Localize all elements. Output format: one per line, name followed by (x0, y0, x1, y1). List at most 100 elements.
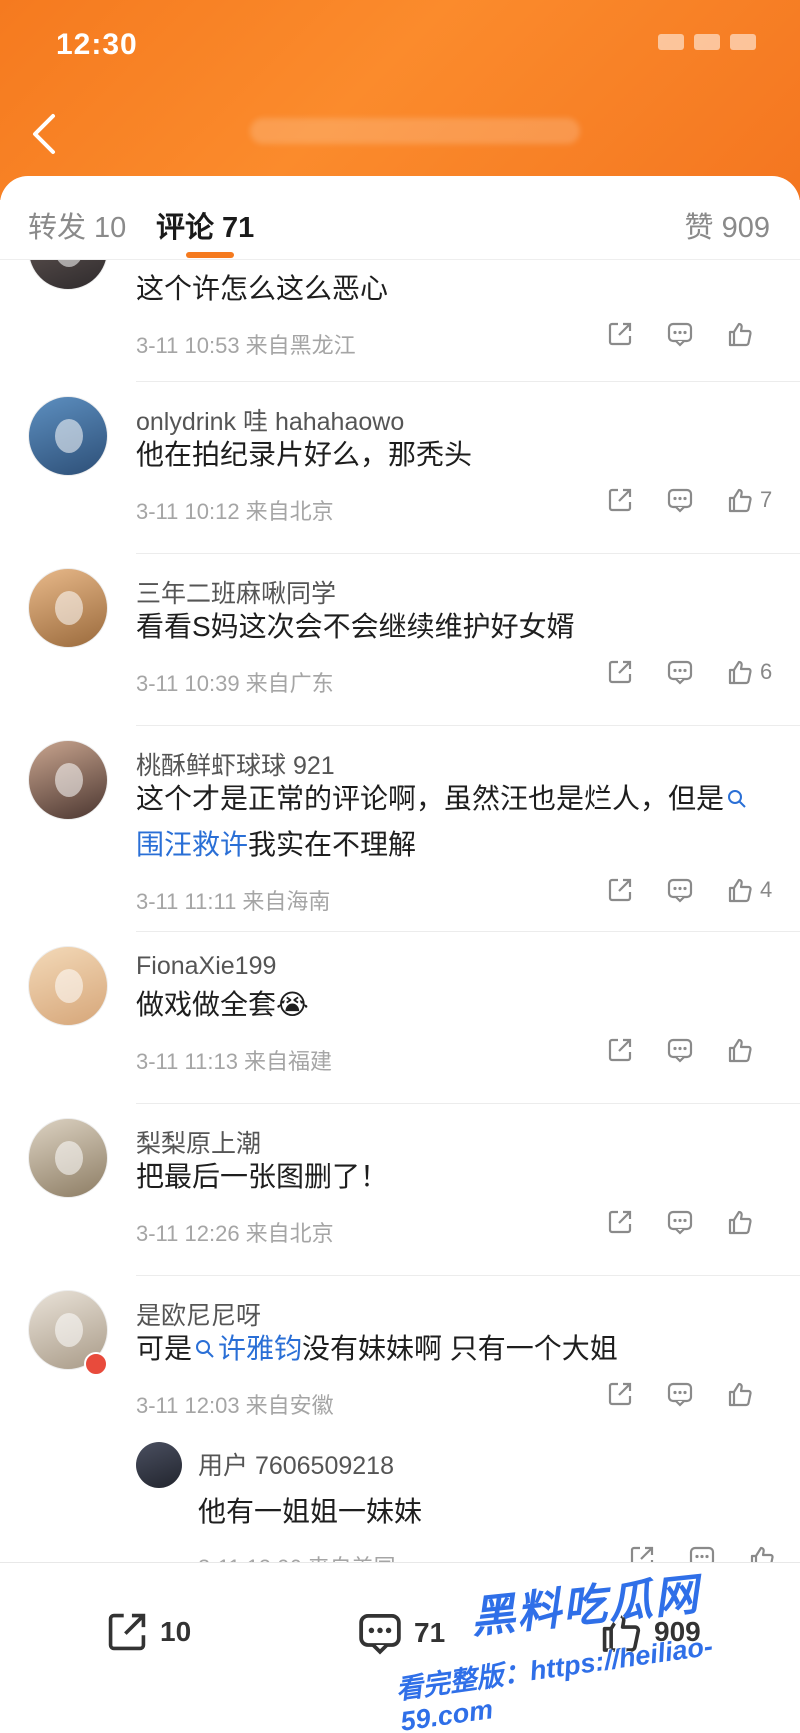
comment-icon (667, 1210, 693, 1235)
reply-username[interactable]: 用户 7606509218 (198, 1446, 394, 1482)
comment-icon (667, 1038, 693, 1063)
comment-item: 桃酥鲜虾球球 921 这个才是正常的评论啊，虽然汪也是烂人，但是围汪救许我实在不… (0, 726, 800, 932)
like-icon (728, 1210, 752, 1235)
like-button[interactable]: 6 (726, 658, 774, 686)
share-button[interactable] (606, 658, 634, 686)
comment-icon (667, 878, 693, 903)
comment-actions (574, 1036, 774, 1064)
comment-list[interactable]: 这个许怎么这么恶心 3-11 10:53 来自黑龙江 onlydrink 哇 h… (0, 260, 800, 1562)
like-icon (728, 1038, 752, 1063)
like-icon (728, 660, 752, 685)
comment-actions (574, 1380, 774, 1408)
avatar[interactable] (136, 1442, 182, 1488)
comment-text: 可是 许雅钧没有妹妹啊 只有一个大姐 (136, 1326, 776, 1372)
comment-meta: 3-11 10:12 来自北京 (136, 499, 334, 524)
tab-repost[interactable]: 转发 10 (28, 204, 126, 246)
like-button[interactable] (726, 1380, 774, 1408)
avatar[interactable] (28, 1118, 108, 1198)
share-button[interactable] (606, 1036, 634, 1064)
tab-bar: 转发 10 评论 71 赞 909 (0, 176, 800, 260)
like-button[interactable]: 7 (726, 486, 774, 514)
comment-actions: 4 (574, 876, 774, 904)
search-topic-icon (728, 790, 746, 808)
comment-text-after: 没有妹妹啊 只有一个大姐 (302, 1333, 618, 1364)
comment-icon (667, 660, 693, 685)
share-icon (608, 878, 632, 902)
share-button[interactable] (628, 1544, 656, 1562)
share-button[interactable] (606, 320, 634, 348)
reply-meta: 3-11 12:06 来自美国 (198, 1550, 396, 1562)
share-button[interactable] (606, 486, 634, 514)
comment-meta: 3-11 10:53 来自黑龙江 (136, 333, 356, 358)
comment-button[interactable]: 71 (356, 1609, 445, 1657)
share-icon (608, 660, 632, 684)
search-topic-icon (196, 1340, 214, 1358)
reply-button[interactable] (666, 876, 694, 904)
comment-item: 梨梨原上潮 把最后一张图删了！ 3-11 12:26 来自北京 (0, 1104, 800, 1276)
header-title-blurred (250, 118, 580, 144)
like-button[interactable] (726, 320, 774, 348)
comment-item: 三年二班麻啾同学 看看S妈这次会不会继续维护好女婿 3-11 10:39 来自广… (0, 554, 800, 726)
comment-text: 做戏做全套😭 (136, 982, 776, 1028)
repost-button[interactable]: 10 (104, 1609, 191, 1655)
comment-item: 是欧尼尼呀 可是 许雅钧没有妹妹啊 只有一个大姐 3-11 12:03 来自安徽 … (0, 1276, 800, 1562)
share-icon (608, 1038, 632, 1062)
reply-button[interactable] (666, 1208, 694, 1236)
like-icon (728, 322, 752, 347)
back-button[interactable] (22, 108, 66, 160)
share-icon (108, 1613, 146, 1651)
reply-button[interactable] (666, 658, 694, 686)
status-time: 12:30 (56, 28, 138, 61)
reply-button[interactable] (666, 486, 694, 514)
reply-button[interactable] (666, 1036, 694, 1064)
like-button[interactable] (748, 1544, 776, 1562)
comment-username[interactable]: FionaXie199 (136, 952, 276, 981)
share-button[interactable] (606, 876, 634, 904)
like-count: 6 (760, 659, 773, 684)
avatar[interactable] (28, 740, 108, 820)
topic-text: 围汪救许 (136, 829, 249, 860)
share-button[interactable] (606, 1208, 634, 1236)
tab-like[interactable]: 赞 909 (685, 204, 770, 246)
like-button[interactable] (726, 1208, 774, 1236)
tab-comment[interactable]: 评论 71 (156, 204, 254, 246)
like-count: 4 (760, 877, 773, 902)
comment-text-before: 这个才是正常的评论啊，虽然汪也是烂人，但是 (136, 783, 725, 814)
comment-meta: 3-11 11:13 来自福建 (136, 1049, 333, 1074)
share-button[interactable] (606, 1380, 634, 1408)
reply-text: 他有一姐姐一妹妹 (198, 1496, 423, 1527)
like-count: 7 (760, 487, 773, 512)
comment-actions (574, 1208, 774, 1236)
avatar[interactable] (28, 396, 108, 476)
comment-text-before: 可是 (136, 1333, 193, 1364)
like-button[interactable]: 4 (726, 876, 774, 904)
avatar[interactable] (28, 260, 108, 290)
comment-meta: 3-11 12:03 来自安徽 (136, 1393, 334, 1418)
comment-meta: 3-11 12:26 来自北京 (136, 1221, 334, 1246)
comment-count: 71 (414, 1617, 446, 1648)
reply-button[interactable] (666, 1380, 694, 1408)
like-icon (750, 1546, 774, 1562)
share-icon (608, 1210, 632, 1234)
avatar[interactable] (28, 568, 108, 648)
emoji-crying: 😭 (276, 989, 309, 1020)
like-button[interactable] (726, 1036, 774, 1064)
verified-badge (84, 1352, 108, 1376)
share-icon (608, 322, 632, 346)
comment-meta: 3-11 11:11 来自海南 (136, 889, 331, 914)
battery-icon (730, 34, 756, 50)
topic-link[interactable]: 许雅钧 (192, 1333, 302, 1364)
wifi-icon (694, 34, 720, 50)
comment-actions: 6 (574, 658, 774, 686)
avatar[interactable] (28, 946, 108, 1026)
comment-text: 看看S妈这次会不会继续维护好女婿 (136, 611, 575, 642)
like-icon (728, 488, 752, 513)
topic-text: 许雅钧 (218, 1333, 303, 1364)
back-arrow-icon (33, 114, 55, 154)
comment-icon (359, 1613, 401, 1655)
share-icon (608, 488, 632, 512)
reply-button[interactable] (666, 320, 694, 348)
comment-icon (667, 488, 693, 513)
comment-meta: 3-11 10:39 来自广东 (136, 671, 334, 696)
comment-text-body: 做戏做全套 (136, 989, 277, 1020)
